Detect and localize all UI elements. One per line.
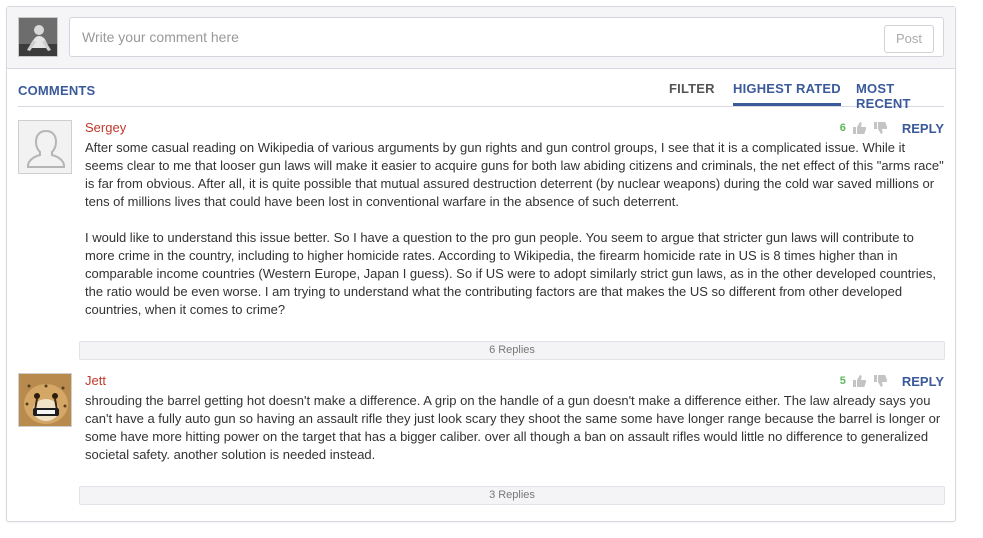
post-button[interactable]: Post (884, 25, 934, 53)
comments-heading: COMMENTS (18, 83, 96, 98)
cheetah-photo (19, 374, 71, 426)
user-photo-icon (19, 18, 57, 56)
reply-button[interactable]: REPLY (902, 374, 944, 389)
thumbs-down-icon[interactable] (873, 374, 888, 388)
comment-body: shrouding the barrel getting hot doesn't… (85, 392, 947, 464)
comment-paragraph: After some casual reading on Wikipedia o… (85, 140, 944, 209)
replies-toggle[interactable]: 3 Replies (79, 486, 945, 505)
comment-paragraph: shrouding the barrel getting hot doesn't… (85, 393, 941, 462)
comments-panel: Write your comment here Post COMMENTS FI… (6, 6, 956, 522)
comment-author[interactable]: Sergey (85, 120, 126, 135)
avatar[interactable] (18, 373, 72, 427)
avatar[interactable] (18, 120, 72, 174)
vote-score: 6 (839, 122, 846, 134)
reply-button[interactable]: REPLY (902, 121, 944, 136)
thumbs-up-icon[interactable] (852, 121, 867, 135)
tab-highest-rated[interactable]: HIGHEST RATED (733, 81, 841, 106)
current-user-avatar (18, 17, 58, 57)
comment-actions: 6 REPLY (840, 120, 944, 136)
thumbs-up-icon[interactable] (852, 374, 867, 388)
tab-most-recent[interactable]: MOST RECENT (856, 81, 944, 118)
thumbs-down-icon[interactable] (873, 121, 888, 135)
comment-input-placeholder: Write your comment here (82, 29, 239, 45)
comment-actions: 5 REPLY (840, 373, 944, 389)
comment-input[interactable]: Write your comment here Post (69, 17, 944, 57)
comment-paragraph: I would like to understand this issue be… (85, 230, 936, 317)
replies-toggle[interactable]: 6 Replies (79, 341, 945, 360)
tab-filter[interactable]: FILTER (669, 81, 715, 103)
comment-body: After some casual reading on Wikipedia o… (85, 139, 947, 319)
vote-score: 5 (839, 375, 846, 387)
comment-author[interactable]: Jett (85, 373, 106, 388)
comment-tabs: COMMENTS FILTER HIGHEST RATED MOST RECEN… (18, 69, 944, 111)
compose-bar: Write your comment here Post (7, 7, 955, 69)
default-user-icon (19, 121, 71, 173)
